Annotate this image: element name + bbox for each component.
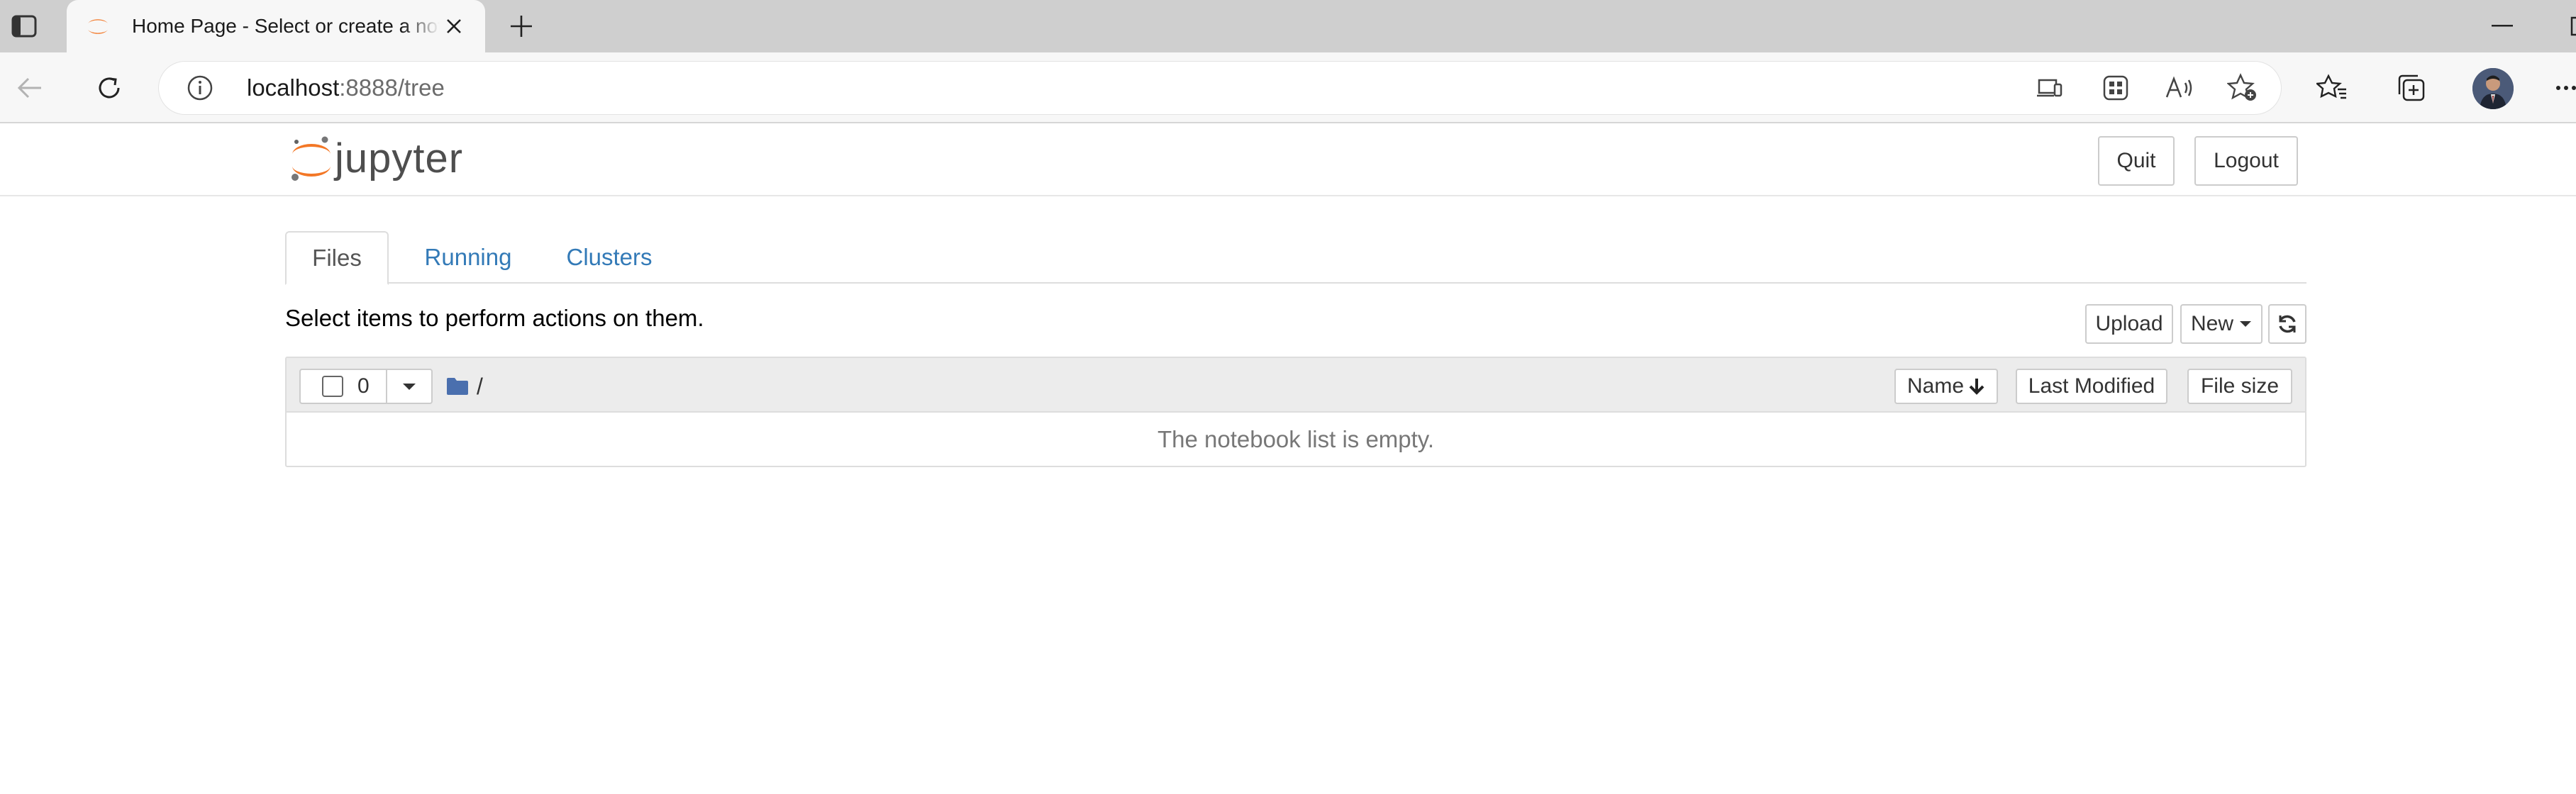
refresh-icon[interactable] <box>88 68 131 108</box>
jupyter-logo[interactable]: jupyter <box>289 133 463 183</box>
device-icon[interactable] <box>2033 71 2067 105</box>
minimize-window-icon[interactable] <box>2482 10 2522 43</box>
breadcrumb-root[interactable]: / <box>477 374 483 400</box>
browser-tabstrip: Home Page - Select or create a notebook <box>0 0 2576 52</box>
select-all-control[interactable]: 0 <box>299 369 387 404</box>
tab-files[interactable]: Files <box>285 231 389 285</box>
selection-control: 0 <box>299 369 433 404</box>
read-aloud-icon[interactable] <box>2163 71 2197 105</box>
empty-list-message: The notebook list is empty. <box>1157 425 1435 452</box>
new-dropdown-button[interactable]: New <box>2180 304 2263 344</box>
name-column-label: Name <box>1906 374 1965 398</box>
notebook-list: 0 / Name Last Modified File size The not… <box>285 357 2306 467</box>
maximize-window-icon[interactable] <box>2553 10 2576 43</box>
tab-actions-icon[interactable] <box>4 11 44 42</box>
url-text[interactable]: localhost:8888/tree <box>247 62 445 114</box>
browser-tab-title: Home Page - Select or create a notebook <box>132 15 440 37</box>
notebook-list-header: 0 / Name Last Modified File size <box>287 358 2305 413</box>
favorites-icon[interactable] <box>2311 68 2353 108</box>
address-bar[interactable]: localhost:8888/tree <box>159 62 2281 114</box>
profile-avatar[interactable] <box>2472 68 2514 109</box>
sort-by-last-modified-button[interactable]: Last Modified <box>2016 369 2167 404</box>
select-all-checkbox[interactable] <box>322 376 343 397</box>
jupyter-favicon-icon <box>88 19 108 34</box>
refresh-list-button[interactable] <box>2268 304 2306 344</box>
new-tab-icon[interactable] <box>504 10 539 43</box>
back-icon[interactable] <box>9 68 51 108</box>
caret-down-icon <box>403 384 416 390</box>
arrow-down-icon <box>1969 379 1984 395</box>
refresh-list-icon <box>2279 315 2296 333</box>
select-items-message: Select items to perform actions on them. <box>285 305 704 331</box>
sort-by-file-size-button[interactable]: File size <box>2187 369 2292 404</box>
caret-down-icon <box>2240 321 2251 327</box>
folder-icon[interactable] <box>445 376 470 396</box>
url-path: :8888/tree <box>339 74 445 101</box>
add-favorite-icon[interactable] <box>2226 71 2260 105</box>
apps-icon[interactable] <box>2099 71 2133 105</box>
close-tab-icon[interactable] <box>440 12 468 40</box>
selected-count: 0 <box>357 374 370 398</box>
upload-button[interactable]: Upload <box>2085 304 2173 344</box>
tab-clusters[interactable]: Clusters <box>552 231 667 284</box>
jupyter-header: jupyter Quit Logout <box>0 125 2576 196</box>
jupyter-logo-text: jupyter <box>335 135 464 181</box>
new-button-label: New <box>2190 312 2233 335</box>
quit-button[interactable]: Quit <box>2098 136 2175 186</box>
browser-toolbar: localhost:8888/tree <box>0 52 2576 123</box>
collections-icon[interactable] <box>2390 68 2433 108</box>
jupyter-logo-icon <box>292 136 331 181</box>
site-info-icon[interactable] <box>186 74 214 102</box>
url-host: localhost <box>247 74 340 101</box>
selection-menu-button[interactable] <box>387 369 433 404</box>
breadcrumb: / <box>445 371 483 402</box>
logout-button[interactable]: Logout <box>2194 136 2298 186</box>
browser-tab-active[interactable]: Home Page - Select or create a notebook <box>67 0 485 52</box>
sort-by-name-button[interactable]: Name <box>1894 369 1998 404</box>
jupyter-tabs: Files Running Clusters <box>285 231 2306 285</box>
tab-running[interactable]: Running <box>404 231 532 284</box>
more-options-icon[interactable] <box>2553 68 2576 108</box>
